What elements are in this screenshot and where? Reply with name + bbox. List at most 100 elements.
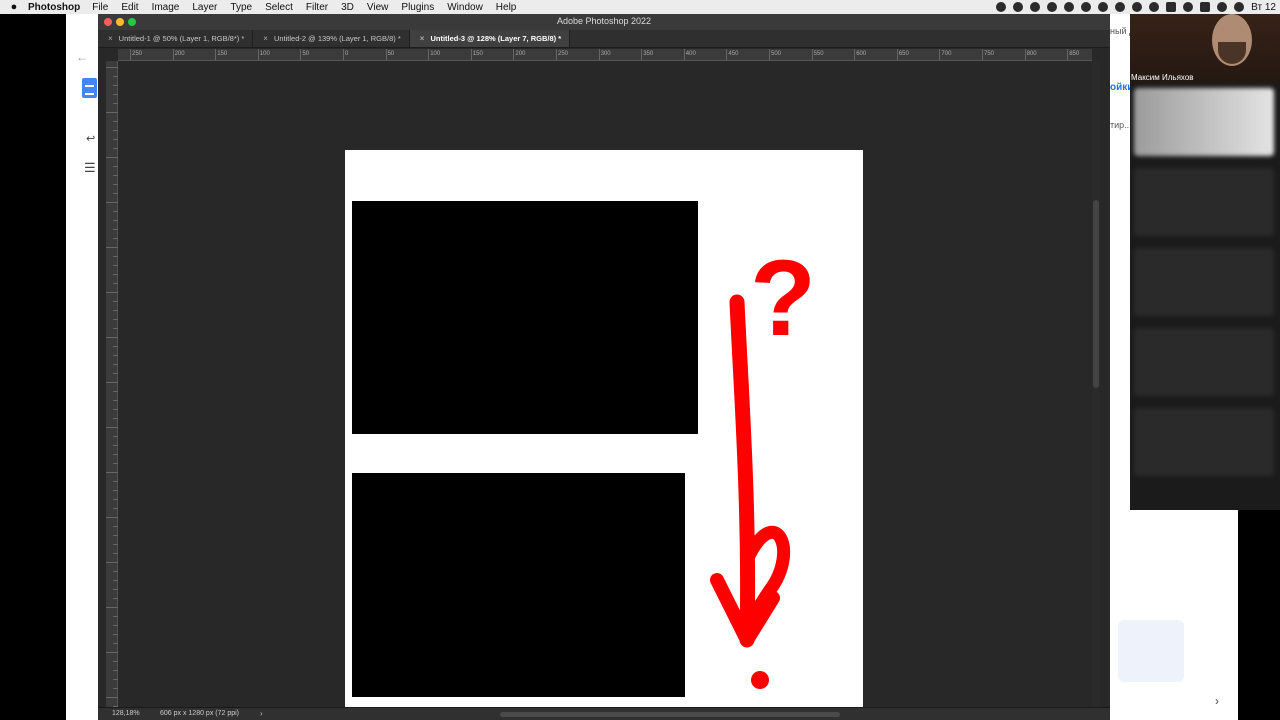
ruler-label: 100 [259,51,270,57]
ruler-label: 500 [771,51,782,57]
ruler-label: 850 [1069,51,1080,57]
menu-window[interactable]: Window [447,2,483,13]
document-canvas[interactable]: ? [345,150,863,707]
ruler-tick [726,49,728,60]
call-thumbnail [1134,328,1274,396]
ruler-label: 100 [430,51,441,57]
ruler-label: 50 [302,51,310,57]
ruler-label: 250 [132,51,143,57]
outline-list-icon[interactable]: ☰ [84,160,96,176]
check-icon[interactable] [1030,2,1041,12]
ruler-tick [683,49,685,60]
google-docs-icon[interactable] [82,78,97,98]
volume-icon[interactable] [1234,2,1245,12]
ruler-tick [641,49,643,60]
ruler-label: 400 [685,51,696,57]
window-titlebar: Adobe Photoshop 2022 [98,14,1110,30]
ruler-tick [1024,49,1026,60]
document-tabs: × Untitled-1 @ 50% (Layer 1, RGB/8*) * ×… [98,30,1110,48]
ruler-tick [106,382,118,383]
ruler-label: 0 [345,51,349,57]
ruler-tick [982,49,983,60]
mac-menubar: ● Photoshop File Edit Image Layer Type S… [0,0,1280,14]
ruler-label: 450 [728,51,739,57]
menu-image[interactable]: Image [152,2,180,13]
menu-edit[interactable]: Edit [121,2,138,13]
tab-untitled-2[interactable]: × Untitled-2 @ 139% (Layer 1, RGB/8) * [253,30,410,47]
ruler-label: 50 [387,51,395,57]
ruler-label: 600 [856,51,867,57]
ruler-tick [106,202,118,203]
cloud-icon[interactable] [1081,2,1092,12]
contrast-icon[interactable] [996,2,1007,12]
tab-untitled-1[interactable]: × Untitled-1 @ 50% (Layer 1, RGB/8*) * [98,30,254,47]
red-arrow-annotation[interactable]: ? [345,150,863,707]
participant-name: Максим Ильяхов [1131,73,1194,82]
bg-text-3: тир... [1110,120,1132,130]
menu-view[interactable]: View [367,2,389,13]
hat-icon[interactable] [1115,2,1126,12]
menu-extra-icon[interactable] [1098,2,1109,12]
zoom-level[interactable]: 128,18% [112,710,140,717]
menu-help[interactable]: Help [496,2,517,13]
status-tray: Вт 12 [996,0,1280,14]
menu-file[interactable]: File [92,2,108,13]
ruler-label: 250 [558,51,569,57]
ruler-tick [106,472,118,473]
app-menu-name[interactable]: Photoshop [28,2,80,13]
ruler-label: 200 [515,51,526,57]
document-size[interactable]: 606 px x 1280 px (72 ppi) [160,710,239,717]
chevron-right-icon[interactable]: › [1215,694,1219,708]
controls-icon[interactable] [1183,2,1194,12]
clock[interactable]: Вт 12 [1251,2,1276,13]
back-arrow-icon[interactable]: ← [76,50,88,64]
ruler-tick [385,49,387,60]
dropbox-icon[interactable] [1013,2,1024,12]
close-tab-icon[interactable]: × [420,34,425,43]
horizontal-scrollbar[interactable] [500,712,840,717]
status-menu-arrow[interactable]: › [260,709,263,718]
background-browser-left: ← ↩ ☰ [66,14,102,720]
app-icon[interactable] [1064,2,1075,12]
status-bar: 128,18% 606 px x 1280 px (72 ppi) › [98,707,1110,720]
ruler-tick [1067,49,1069,60]
apple-icon[interactable]: ● [0,1,28,13]
menu-layer[interactable]: Layer [192,2,217,13]
ruler-tick [106,697,118,698]
menu-3d[interactable]: 3D [341,2,354,13]
ruler-tick [854,49,856,60]
ruler-tick [130,49,131,60]
menu-select[interactable]: Select [265,2,293,13]
menu-plugins[interactable]: Plugins [401,2,434,13]
vpn-icon[interactable] [1132,2,1143,12]
battery-icon[interactable] [1166,2,1177,12]
ruler-tick [811,49,813,60]
input-source-icon[interactable] [1200,2,1211,12]
ruler-tick [470,49,472,60]
ruler-tick [939,49,941,60]
window-title: Adobe Photoshop 2022 [556,16,652,26]
menu-type[interactable]: Type [230,2,252,13]
horizontal-ruler[interactable]: 250 200 150 100 50 0 50 100 150 200 250 300 350 400 45… [118,49,1092,61]
ruler-tick [300,49,302,60]
vertical-scroll-thumb[interactable] [1093,200,1099,388]
tab-untitled-3[interactable]: × Untitled-3 @ 128% (Layer 7, RGB/8) * [409,30,571,47]
wifi-icon[interactable] [1217,2,1228,12]
creative-cloud-icon[interactable] [1047,2,1058,12]
pen-icon[interactable] [1149,2,1160,12]
undo-icon[interactable]: ↩ [86,132,95,145]
vertical-scrollbar[interactable] [1092,62,1100,707]
close-tab-icon[interactable]: × [263,34,268,43]
tab-label: Untitled-3 @ 128% (Layer 7, RGB/8) * [430,34,562,43]
vertical-ruler[interactable] [106,61,118,707]
video-call-panel: Максим Ильяхов [1130,0,1280,510]
ruler-tick [106,67,118,68]
menu-filter[interactable]: Filter [306,2,328,13]
participant-avatar [1212,14,1252,66]
ruler-tick [513,49,515,60]
close-tab-icon[interactable]: × [108,34,113,43]
ruler-label: 750 [984,51,995,57]
ruler-tick [257,49,259,60]
ruler-tick [896,49,898,60]
canvas-area[interactable]: ? [118,62,1092,707]
